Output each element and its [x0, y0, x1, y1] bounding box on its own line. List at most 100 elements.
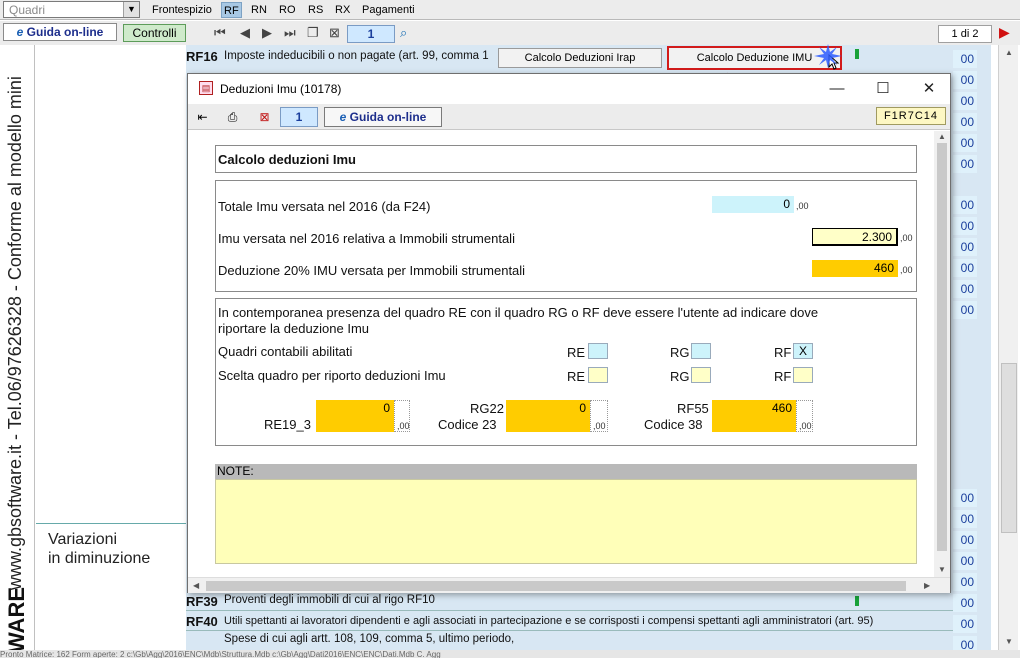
maximize-icon[interactable]: ☐ [869, 78, 897, 100]
value-cell[interactable]: 00 [953, 552, 977, 570]
rg-scelta-check[interactable] [691, 367, 711, 383]
note-header: NOTE: [215, 464, 917, 479]
rf-label: RF [774, 345, 792, 360]
ie-icon: e [339, 110, 350, 124]
tab-rs[interactable]: RS [306, 2, 325, 18]
copy-page-icon[interactable]: ❐ [307, 25, 319, 41]
deduzione-field[interactable]: 460 [812, 260, 898, 277]
calcolo-deduzioni-irap-button[interactable]: Calcolo Deduzioni Irap [498, 48, 662, 68]
value-cell[interactable]: 00 [953, 196, 977, 214]
scroll-thumb[interactable] [937, 143, 947, 551]
rf-label: RF [774, 369, 792, 384]
row-text-rf40: Utili spettanti ai lavoratori dipendenti… [224, 615, 874, 627]
dialog-title: Deduzioni Imu (10178) [220, 82, 342, 96]
decimal-suffix: ,00 [799, 421, 812, 431]
status-marker [855, 596, 859, 606]
click-burst-icon [814, 44, 842, 68]
totale-imu-label: Totale Imu versata nel 2016 (da F24) [218, 199, 431, 214]
tab-pagamenti[interactable]: Pagamenti [360, 2, 417, 18]
value-cell[interactable]: 00 [953, 113, 977, 131]
value-cell[interactable]: 00 [953, 594, 977, 612]
minimize-icon[interactable]: — [823, 78, 851, 100]
section-label: Variazioni in diminuzione [48, 530, 150, 568]
delete-page-icon[interactable]: ⊠ [329, 25, 340, 41]
scroll-right-icon[interactable]: ▶ [924, 581, 930, 590]
value-cell[interactable]: 00 [953, 573, 977, 591]
deduzione-label: Deduzione 20% IMU versata per Immobili s… [218, 263, 526, 278]
dialog-vertical-scrollbar[interactable]: ▲ ▼ [934, 131, 950, 577]
next-page-icon[interactable]: ▶ [262, 25, 272, 41]
scroll-down-icon[interactable]: ▼ [938, 565, 946, 574]
brand-logo-text: WARE [4, 587, 29, 653]
quadri-select[interactable]: Quadri ▼ [3, 1, 140, 18]
value-cell[interactable]: 00 [953, 259, 977, 277]
dialog-guida-label: Guida on-line [349, 110, 427, 124]
dialog-horizontal-scrollbar[interactable]: ◀ ▶ [188, 577, 950, 593]
rf55-field[interactable]: 460 [712, 400, 796, 432]
main-vertical-scrollbar[interactable]: ▲ ▼ [998, 45, 1018, 650]
value-cell[interactable]: 00 [953, 71, 977, 89]
scroll-thumb[interactable] [1001, 363, 1017, 533]
calc-box: Totale Imu versata nel 2016 (da F24) 0 ,… [215, 180, 917, 292]
tab-rn[interactable]: RN [249, 2, 269, 18]
re19-label: RE19_3 [264, 417, 311, 432]
value-cell[interactable]: 00 [953, 489, 977, 507]
tab-frontespizio[interactable]: Frontespizio [150, 2, 214, 18]
tab-rf[interactable]: RF [221, 2, 242, 18]
quadri-abilitati-label: Quadri contabili abilitati [218, 344, 353, 359]
scroll-up-icon[interactable]: ▲ [938, 132, 946, 141]
value-cell[interactable]: 00 [953, 217, 977, 235]
dialog-page-field[interactable]: 1 [280, 107, 318, 127]
value-cell[interactable]: 00 [953, 615, 977, 633]
scroll-thumb[interactable] [206, 581, 906, 591]
re19-field[interactable]: 0 [316, 400, 394, 432]
brand-logo: WARE [2, 587, 32, 655]
note-textarea[interactable] [215, 479, 917, 564]
value-cell[interactable]: 00 [953, 280, 977, 298]
row-text-rf41: Spese di cui agli artt. 108, 109, comma … [224, 633, 515, 645]
first-page-icon[interactable]: ⏮ [214, 25, 226, 41]
print-icon[interactable]: ⎙ [224, 109, 241, 125]
value-cell[interactable]: 00 [953, 301, 977, 319]
decimal-suffix: ,00 [796, 201, 809, 211]
value-cell[interactable]: 00 [953, 92, 977, 110]
search-page-icon[interactable]: ⌕ [400, 25, 407, 41]
deduzioni-imu-dialog: ▤ Deduzioni Imu (10178) — ☐ ✕ ⇤ ⎙ ⊠ 1 e … [187, 73, 951, 593]
re19-decimal-cell: ,00 [394, 400, 410, 432]
last-page-icon[interactable]: ⏭ [284, 25, 296, 41]
value-cell[interactable]: 00 [953, 134, 977, 152]
rf-abilitato-check: X [793, 343, 813, 359]
value-cell[interactable]: 00 [953, 531, 977, 549]
scroll-left-icon[interactable]: ◀ [193, 581, 199, 590]
tab-ro[interactable]: RO [277, 2, 298, 18]
rf-scelta-check[interactable] [793, 367, 813, 383]
value-cell[interactable]: 00 [953, 238, 977, 256]
totale-imu-field[interactable]: 0 [712, 196, 794, 213]
rf55-codice: Codice 38 [644, 417, 703, 432]
prev-page-icon[interactable]: ◀ [240, 25, 250, 41]
row-text-rf39: Proventi degli immobili di cui al rigo R… [224, 594, 435, 606]
exit-icon[interactable]: ⇤ [194, 109, 211, 125]
dialog-body: Calcolo deduzioni Imu Totale Imu versata… [188, 131, 933, 577]
scroll-up-icon[interactable]: ▲ [1005, 48, 1013, 57]
guida-online-button[interactable]: e Guida on-line [3, 23, 117, 41]
chevron-down-icon[interactable]: ▼ [123, 2, 139, 17]
re-scelta-check[interactable] [588, 367, 608, 383]
scroll-down-icon[interactable]: ▼ [1005, 637, 1013, 646]
section-label-line1: Variazioni [48, 531, 118, 548]
value-cell[interactable]: 00 [953, 155, 977, 173]
page-number-field[interactable]: 1 [347, 25, 395, 43]
re-abilitato-check [588, 343, 608, 359]
tab-rx[interactable]: RX [333, 2, 352, 18]
rg22-field[interactable]: 0 [506, 400, 590, 432]
controlli-button[interactable]: Controlli [123, 24, 186, 42]
decimal-suffix: ,00 [900, 233, 913, 243]
next-section-icon[interactable]: ▶ [999, 24, 1010, 41]
imu-strumentali-field[interactable]: 2.300 [812, 228, 898, 246]
close-icon[interactable]: ✕ [915, 78, 943, 100]
value-cell[interactable]: 00 [953, 510, 977, 528]
dialog-guida-button[interactable]: e Guida on-line [324, 107, 442, 127]
imu-strumentali-label: Imu versata nel 2016 relativa a Immobili… [218, 231, 515, 246]
value-cell[interactable]: 00 [953, 50, 977, 68]
delete-icon[interactable]: ⊠ [256, 109, 273, 125]
